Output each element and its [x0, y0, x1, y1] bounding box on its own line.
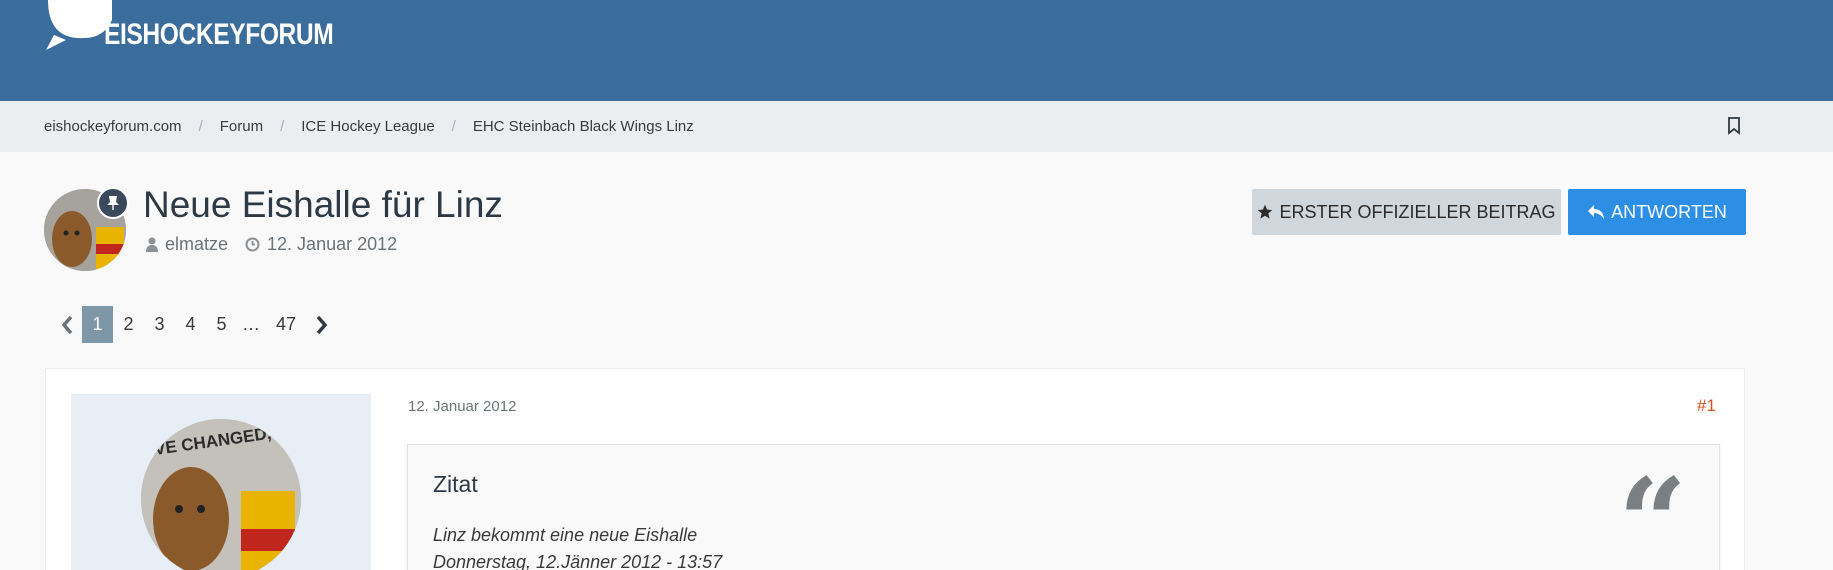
post-author-avatar[interactable]: VE CHANGED, M [141, 419, 301, 570]
quote-mark-icon: “ [1618, 452, 1688, 570]
breadcrumb-separator: / [198, 118, 203, 135]
reply-button[interactable]: ANTWORTEN [1568, 189, 1746, 235]
avatar-image: VE CHANGED, M [141, 419, 301, 570]
page-link-1[interactable]: 1 [82, 306, 113, 343]
first-official-post-button[interactable]: ERSTER OFFIZIELLER BEITRAG [1252, 189, 1561, 235]
quote-text-line: Linz bekommt eine neue Eishalle [433, 525, 698, 545]
previous-page-icon[interactable] [52, 306, 82, 343]
breadcrumb-item-board[interactable]: EHC Steinbach Black Wings Linz [473, 118, 694, 135]
first-official-post-label: ERSTER OFFIZIELLER BEITRAG [1279, 201, 1556, 222]
breadcrumb-separator: / [280, 118, 285, 135]
thread-author[interactable]: elmatze [165, 234, 228, 255]
bookmark-icon[interactable] [1727, 117, 1741, 135]
thread-date: 12. Januar 2012 [267, 234, 398, 254]
pinned-badge [97, 187, 129, 219]
user-icon [146, 237, 158, 252]
site-logo[interactable]: EISHOCKEYFORUM [44, 0, 364, 60]
logo-text: EISHOCKEYFORUM [104, 18, 334, 51]
quote-title: Zitat [433, 471, 478, 497]
thread-title: Neue Eishalle für Linz [143, 184, 503, 225]
breadcrumb-bar: eishockeyforum.com / Forum / ICE Hockey … [0, 101, 1833, 152]
clock-icon [245, 237, 260, 252]
site-header: EISHOCKEYFORUM [0, 0, 1833, 101]
reply-icon [1587, 204, 1605, 220]
page-link-5[interactable]: 5 [206, 306, 237, 343]
reply-label: ANTWORTEN [1611, 201, 1727, 222]
breadcrumb-item-home[interactable]: eishockeyforum.com [44, 118, 182, 135]
page-link-3[interactable]: 3 [144, 306, 175, 343]
page-jump-ellipsis[interactable]: … [237, 306, 265, 343]
post-number[interactable]: #1 [1697, 396, 1716, 416]
page-link-last[interactable]: 47 [265, 306, 307, 343]
thread-meta: elmatze 12. Januar 2012 [146, 234, 397, 255]
pagination: 1 2 3 4 5 … 47 [52, 306, 337, 343]
next-page-icon[interactable] [307, 306, 337, 343]
page-link-4[interactable]: 4 [175, 306, 206, 343]
breadcrumb-separator: / [451, 118, 456, 135]
page-link-2[interactable]: 2 [113, 306, 144, 343]
quote-text-line: Donnerstag, 12.Jänner 2012 - 13:57 [433, 552, 723, 570]
star-icon [1257, 204, 1273, 220]
breadcrumb: eishockeyforum.com / Forum / ICE Hockey … [44, 101, 694, 152]
pin-icon [107, 196, 119, 210]
post-date[interactable]: 12. Januar 2012 [408, 398, 516, 415]
quote-box: Zitat Linz bekommt eine neue Eishalle Do… [407, 444, 1720, 570]
breadcrumb-item-league[interactable]: ICE Hockey League [301, 118, 434, 135]
breadcrumb-item-forum[interactable]: Forum [220, 118, 263, 135]
